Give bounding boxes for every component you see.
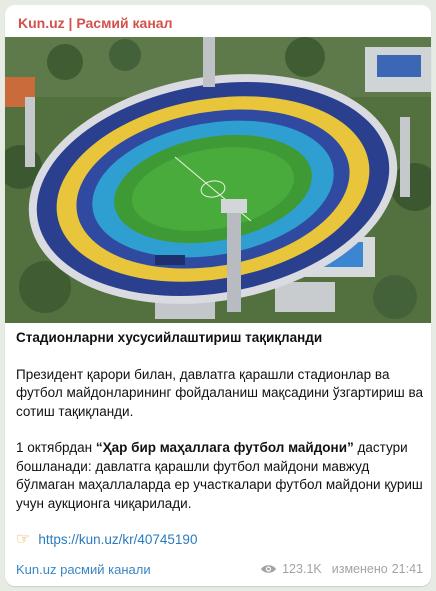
program-name: “Ҳар бир маҳаллага футбол майдони”	[95, 440, 354, 455]
message-time: 21:41	[391, 562, 423, 576]
paragraph-2-start: 1 октябрдан	[16, 440, 96, 455]
eye-icon	[261, 565, 277, 573]
post-paragraph-2: 1 октябрдан “Ҳар бир маҳаллага футбол ма…	[16, 439, 424, 513]
message-meta: 123.1K изменено 21:41	[260, 562, 423, 576]
article-link[interactable]: https://kun.uz/kr/40745190	[38, 531, 197, 550]
channel-name[interactable]: Kun.uz | Расмий канал	[18, 15, 172, 31]
post-link-line: ☞ https://kun.uz/kr/40745190	[16, 531, 424, 550]
post-paragraph-1: Президент қарори билан, давлатга қарашли…	[16, 366, 423, 419]
stadium-photo[interactable]	[5, 37, 431, 323]
message-bubble: Kun.uz | Расмий канал Стадионларни хусус…	[5, 5, 431, 586]
view-count: 123.1K	[282, 562, 322, 576]
message-footer: Kun.uz расмий канали 123.1K изменено 21:…	[16, 559, 423, 579]
channel-link[interactable]: Kun.uz расмий канали	[16, 562, 151, 577]
post-body: Стадионларни хусусийлаштириш тақиқланди …	[16, 329, 424, 550]
edited-label: изменено	[331, 562, 388, 576]
pointing-hand-icon: ☞	[16, 531, 31, 548]
post-title: Стадионларни хусусийлаштириш тақиқланди	[16, 330, 323, 345]
